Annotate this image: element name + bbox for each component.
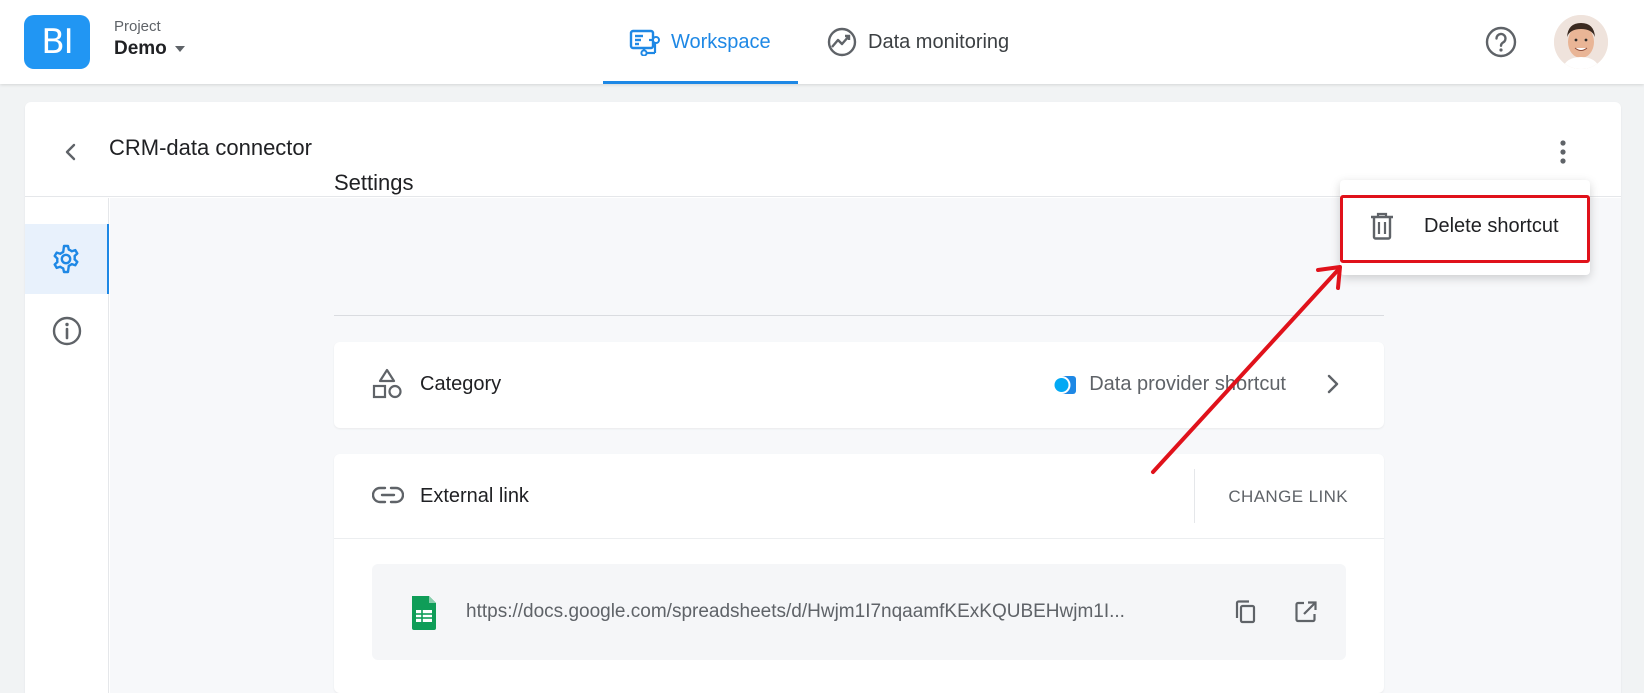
project-label: Project xyxy=(114,18,161,35)
chevron-right-icon[interactable] xyxy=(1326,373,1340,395)
rail-item-settings[interactable] xyxy=(25,224,109,294)
gear-icon xyxy=(53,244,79,274)
open-external-icon[interactable] xyxy=(1294,600,1318,624)
section-title: Settings xyxy=(334,170,414,195)
data-provider-icon xyxy=(1053,375,1077,394)
project-name-row: Demo xyxy=(114,38,185,60)
google-sheets-icon xyxy=(412,596,436,630)
vertical-divider xyxy=(1194,469,1195,523)
app-logo[interactable]: BI xyxy=(24,15,90,69)
back-button[interactable] xyxy=(53,134,89,170)
monitoring-icon xyxy=(827,27,857,57)
more-options-button[interactable] xyxy=(1547,134,1579,170)
info-icon xyxy=(52,316,82,346)
delete-shortcut-menu-item[interactable]: Delete shortcut xyxy=(1340,196,1590,256)
tab-data-monitoring[interactable]: Data monitoring xyxy=(826,0,1009,84)
category-label: Category xyxy=(420,373,502,395)
copy-icon[interactable] xyxy=(1234,600,1256,624)
chevron-down-icon xyxy=(174,46,185,52)
external-link-url[interactable]: https://docs.google.com/spreadsheets/d/H… xyxy=(466,601,1206,623)
shapes-icon xyxy=(372,368,402,399)
tab-data-monitoring-label: Data monitoring xyxy=(868,30,1010,53)
help-icon[interactable] xyxy=(1484,25,1518,59)
category-value-text: Data provider shortcut xyxy=(1089,373,1286,395)
more-options-menu: Delete shortcut xyxy=(1340,180,1590,275)
top-bar: BI Project Demo Workspace Data monitorin… xyxy=(0,0,1644,84)
category-value[interactable]: Data provider shortcut xyxy=(1053,373,1286,396)
page-title: CRM-data connector xyxy=(109,135,312,160)
category-row[interactable]: Category Data provider shortcut xyxy=(334,342,1384,428)
trash-icon xyxy=(1371,212,1393,240)
project-selector[interactable]: Project Demo xyxy=(114,18,185,60)
delete-shortcut-label: Delete shortcut xyxy=(1424,215,1559,237)
user-avatar[interactable] xyxy=(1554,15,1608,69)
chevron-left-icon xyxy=(65,143,76,161)
project-name: Demo xyxy=(114,38,167,59)
url-box: https://docs.google.com/spreadsheets/d/H… xyxy=(372,564,1346,660)
link-icon xyxy=(372,486,404,504)
workspace-icon xyxy=(629,29,660,56)
external-link-panel: External link CHANGE LINK https://docs.g… xyxy=(334,454,1384,693)
change-link-button[interactable]: CHANGE LINK xyxy=(1228,487,1348,507)
tab-workspace-label: Workspace xyxy=(671,30,771,53)
external-link-label: External link xyxy=(420,485,529,507)
logo-text: BI xyxy=(41,22,73,62)
more-vertical-icon xyxy=(1560,140,1566,164)
tab-workspace[interactable]: Workspace xyxy=(603,0,798,84)
link-divider xyxy=(334,538,1384,539)
section-divider xyxy=(334,315,1384,316)
side-rail xyxy=(25,198,109,693)
rail-item-info[interactable] xyxy=(25,296,109,366)
